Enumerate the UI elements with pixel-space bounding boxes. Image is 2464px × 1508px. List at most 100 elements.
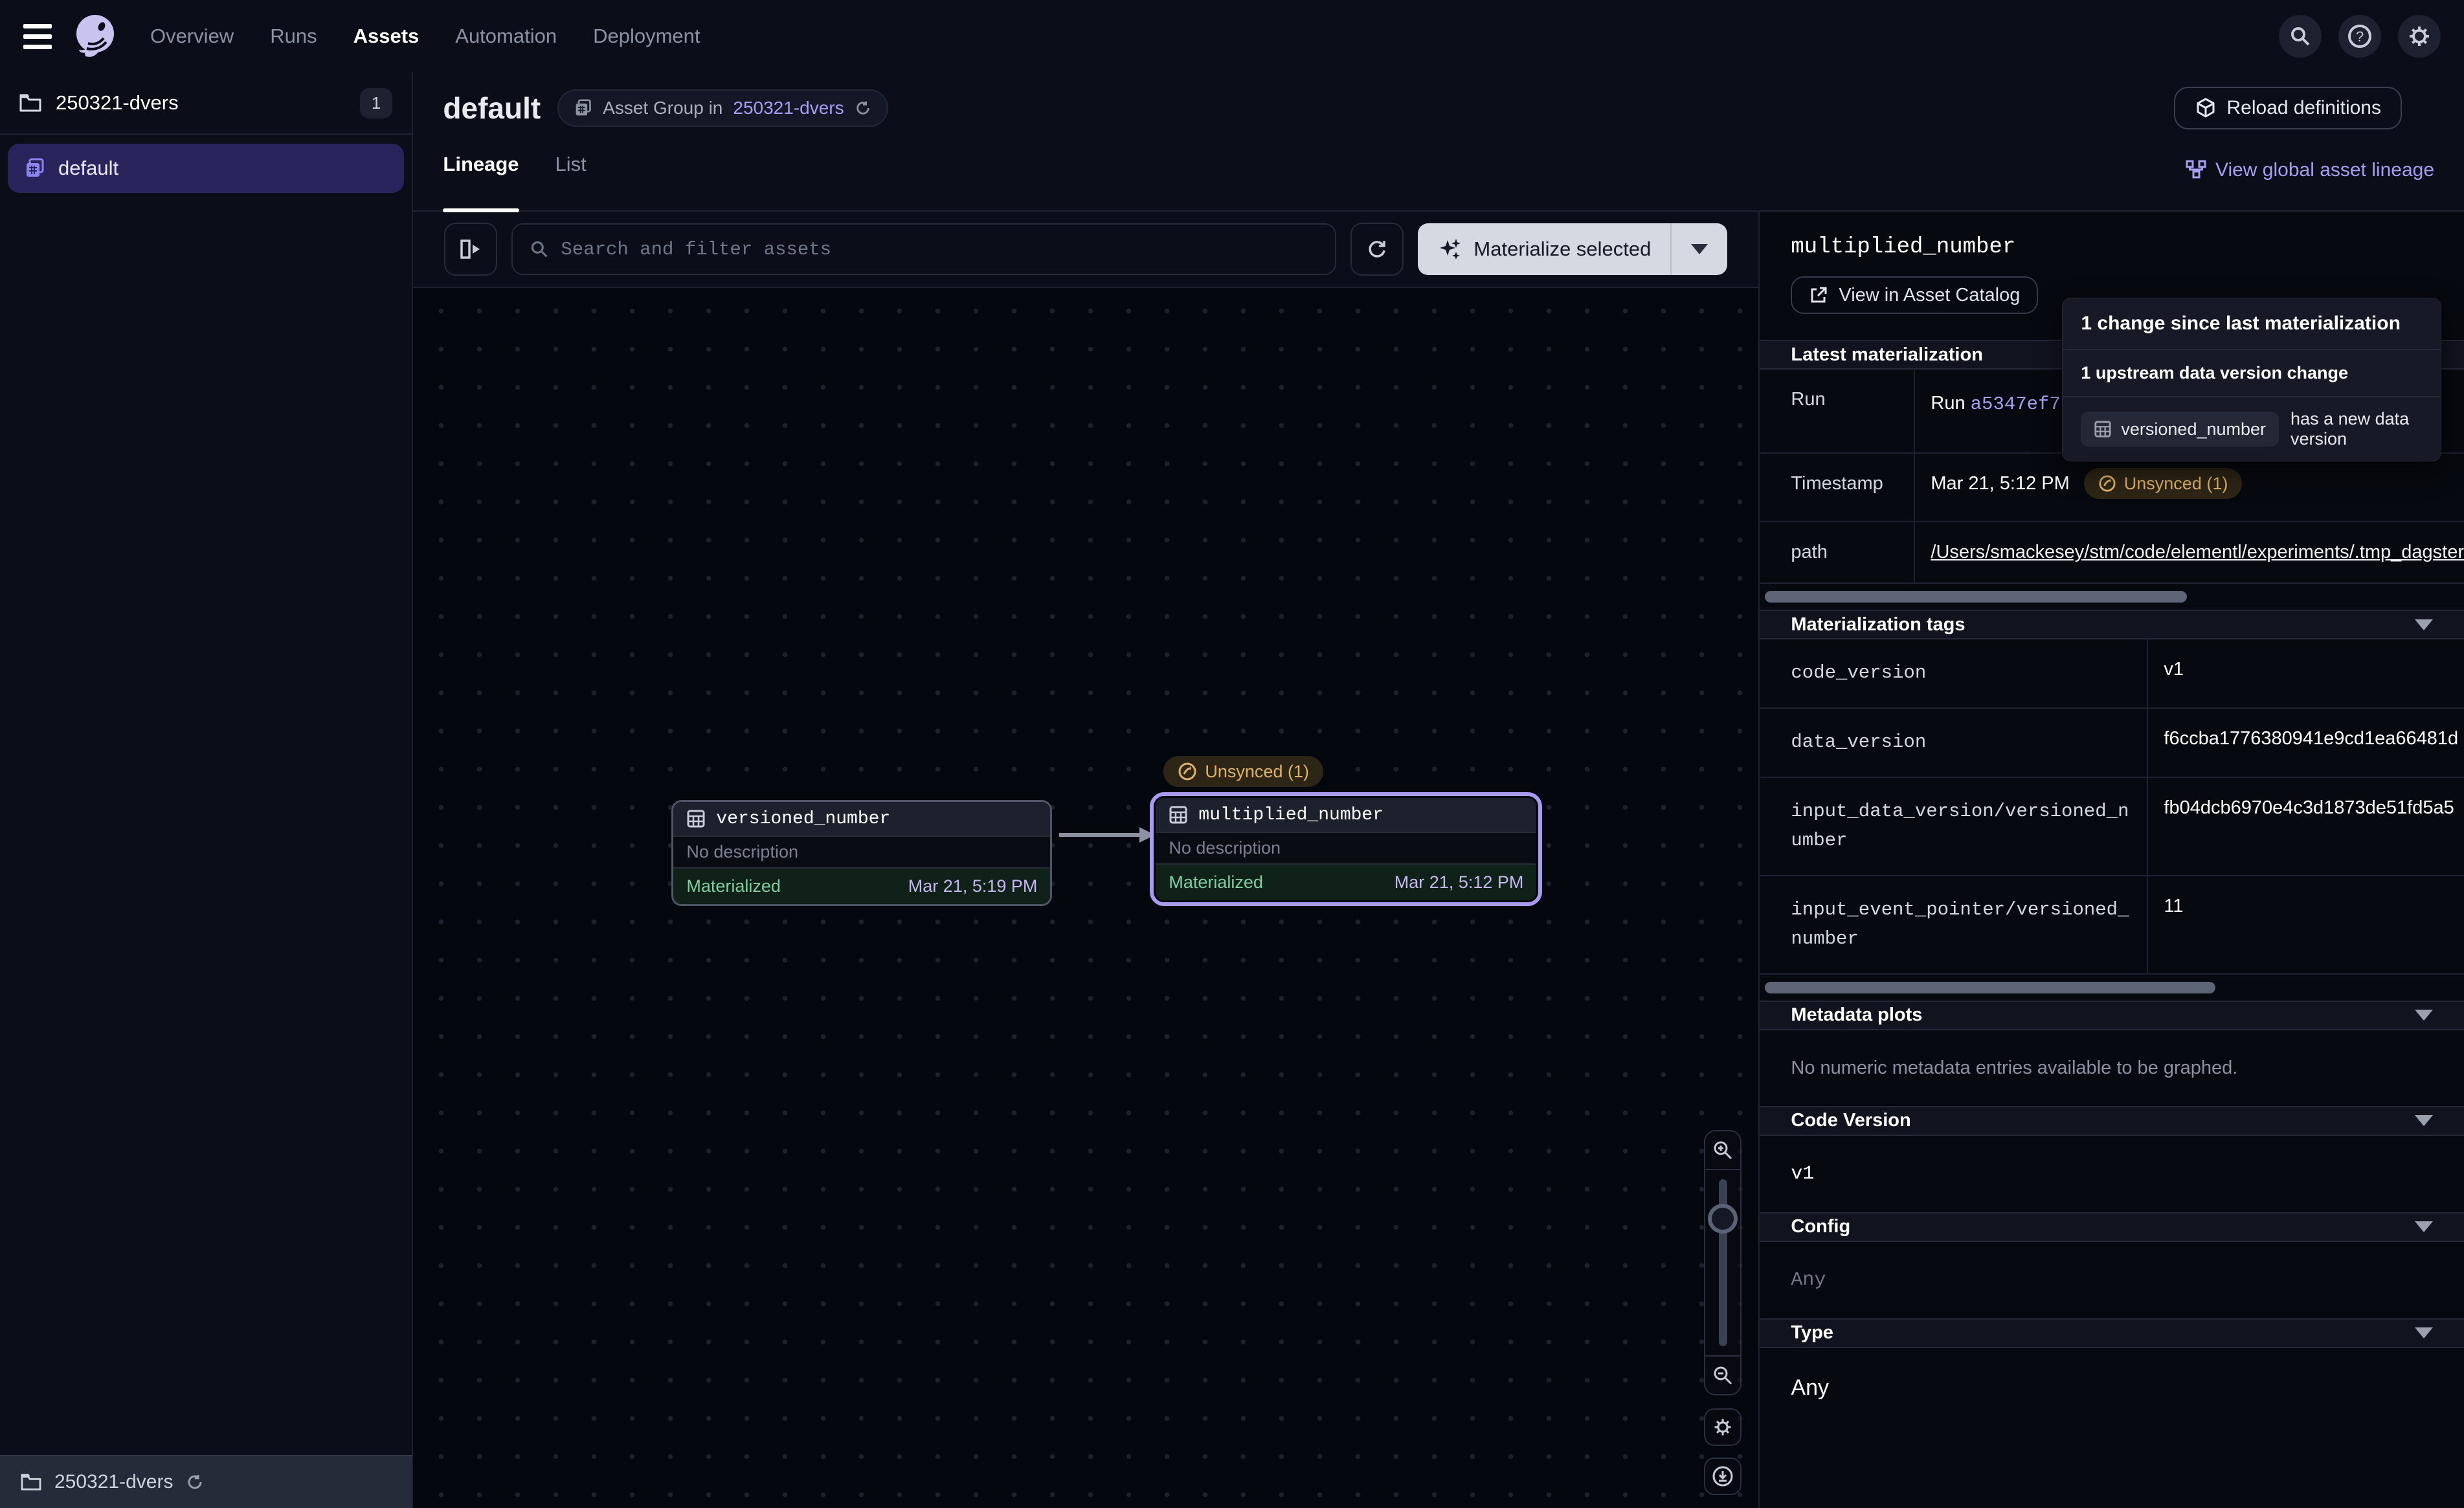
table-icon (2094, 420, 2112, 438)
zoom-controls (1704, 1130, 1742, 1395)
view-in-asset-catalog-button[interactable]: View in Asset Catalog (1791, 276, 2038, 314)
table-icon (1169, 805, 1188, 825)
table-row: Timestamp Mar 21, 5:12 PM Unsynced (1) (1760, 454, 2464, 522)
table-row: data_version f6ccba1776380941e9cd1ea6648… (1760, 709, 2464, 778)
tooltip-title: 1 change since last materialization (2063, 298, 2441, 350)
node-name: versioned_number (716, 809, 890, 829)
asset-search-box (511, 223, 1336, 275)
section-metadata-plots[interactable]: Metadata plots (1760, 1001, 2464, 1030)
section-config[interactable]: Config (1760, 1212, 2464, 1242)
panel-asset-name: multiplied_number (1760, 212, 2464, 260)
section-materialization-tags[interactable]: Materialization tags (1760, 610, 2464, 639)
zoom-in-button[interactable] (1705, 1131, 1740, 1169)
dagster-logo-icon[interactable] (71, 12, 119, 60)
page-title: default (443, 91, 541, 126)
table-icon (686, 809, 706, 828)
download-graph-button[interactable] (1704, 1458, 1742, 1495)
menu-icon[interactable] (23, 24, 52, 49)
chevron-down-icon (2415, 1327, 2433, 1338)
materialization-path-link[interactable]: /Users/smackesey/stm/code/elementl/exper… (1931, 542, 2464, 562)
group-name: 250321-dvers (56, 91, 346, 115)
zoom-out-button[interactable] (1705, 1357, 1740, 1394)
horizontal-scrollbar[interactable] (1760, 975, 2464, 1001)
change-tooltip: 1 change since last materialization 1 up… (2062, 298, 2441, 461)
materialize-dropdown-button[interactable] (1672, 244, 1727, 254)
table-row: input_event_pointer/versioned_number 11 (1760, 876, 2464, 975)
zoom-slider-thumb[interactable] (1708, 1204, 1738, 1234)
chevron-down-icon (2415, 1221, 2433, 1232)
horizontal-scrollbar[interactable] (1760, 584, 2464, 610)
tab-lineage[interactable]: Lineage (443, 153, 519, 212)
nav-deployment[interactable]: Deployment (593, 25, 700, 48)
unsynced-badge[interactable]: Unsynced (1) (1163, 756, 1323, 787)
graph-toolbar: Materialize selected (413, 212, 1758, 288)
download-icon (1711, 1465, 1734, 1488)
pill-prefix: Asset Group in (603, 98, 722, 118)
external-link-icon (1809, 285, 1828, 305)
gear-icon (1712, 1416, 1734, 1438)
open-panel-button[interactable] (444, 223, 497, 276)
nav-overview[interactable]: Overview (150, 25, 234, 48)
timestamp-value: Mar 21, 5:12 PM (1931, 473, 2069, 494)
graph-settings-button[interactable] (1704, 1408, 1742, 1446)
materialize-selected-button[interactable]: Materialize selected (1418, 223, 1727, 275)
folder-icon (19, 93, 41, 113)
section-code-version[interactable]: Code Version (1760, 1106, 2464, 1136)
node-status: Materialized (686, 876, 781, 896)
materialization-tags-table: code_version v1 data_version f6ccba17763… (1760, 639, 2464, 975)
view-global-asset-lineage-link[interactable]: View global asset lineage (2186, 159, 2434, 181)
section-type[interactable]: Type (1760, 1318, 2464, 1348)
node-description: No description (1156, 832, 1536, 865)
node-status: Materialized (1169, 872, 1263, 893)
sidebar-item-label: default (58, 157, 118, 180)
sidebar-footer[interactable]: 250321-dvers (0, 1455, 412, 1508)
unsynced-badge[interactable]: Unsynced (1) (2084, 468, 2243, 499)
chevron-down-icon (2415, 619, 2433, 630)
table-row: path /Users/smackesey/stm/code/elementl/… (1760, 522, 2464, 584)
zoom-out-icon (1712, 1364, 1734, 1386)
reload-cube-icon (2195, 97, 2217, 119)
tooltip-detail: versioned_number has a new data version (2063, 397, 2441, 461)
run-id-link[interactable]: a5347ef7 (1971, 394, 2061, 415)
gear-icon (2407, 24, 2432, 49)
type-value: Any (1760, 1348, 2464, 1428)
lineage-graph-icon (2186, 160, 2206, 181)
svg-text:?: ? (2356, 28, 2364, 45)
search-button[interactable] (2279, 15, 2322, 58)
pill-group-link[interactable]: 250321-dvers (733, 98, 844, 118)
sparkles-icon (1437, 236, 1463, 262)
sidebar-group-250321-dvers[interactable]: 250321-dvers 1 (0, 72, 412, 135)
search-icon (530, 239, 549, 259)
sync-icon (855, 100, 871, 116)
config-value: Any (1760, 1242, 2464, 1318)
lineage-graph-canvas[interactable]: Unsynced (1) versioned_number No descrip… (413, 288, 1758, 1508)
nav-automation[interactable]: Automation (455, 25, 557, 48)
node-name: multiplied_number (1198, 805, 1383, 825)
edge-arrow (1058, 820, 1156, 850)
search-input[interactable] (561, 239, 1318, 260)
page-header: default Asset Group in 250321-dvers (413, 72, 2464, 212)
tabs: Lineage List View global asset lineage (413, 144, 2464, 212)
asset-group-icon (25, 158, 45, 179)
sidebar-item-default[interactable]: default (8, 144, 404, 193)
panel-expand-icon (459, 238, 482, 260)
node-description: No description (673, 836, 1050, 869)
chevron-down-icon (2415, 1010, 2433, 1021)
table-row: code_version v1 (1760, 639, 2464, 709)
tooltip-detail-text: has a new data version (2290, 409, 2423, 449)
refresh-button[interactable] (1350, 223, 1404, 276)
nav-assets[interactable]: Assets (353, 25, 420, 48)
zoom-slider[interactable] (1705, 1169, 1740, 1357)
nav-runs[interactable]: Runs (270, 25, 317, 48)
asset-node-versioned-number[interactable]: versioned_number No description Material… (671, 800, 1052, 906)
reload-definitions-button[interactable]: Reload definitions (2174, 87, 2402, 129)
tooltip-subtitle: 1 upstream data version change (2063, 350, 2441, 397)
asset-group-pill[interactable]: Asset Group in 250321-dvers (557, 89, 888, 127)
help-button[interactable]: ? (2338, 15, 2381, 58)
asset-node-multiplied-number[interactable]: multiplied_number No description Materia… (1150, 792, 1542, 906)
unsynced-icon (2098, 474, 2116, 493)
asset-chip[interactable]: versioned_number (2081, 412, 2279, 447)
settings-button[interactable] (2398, 15, 2441, 58)
tab-list[interactable]: List (555, 153, 587, 212)
refresh-icon (1365, 238, 1389, 261)
